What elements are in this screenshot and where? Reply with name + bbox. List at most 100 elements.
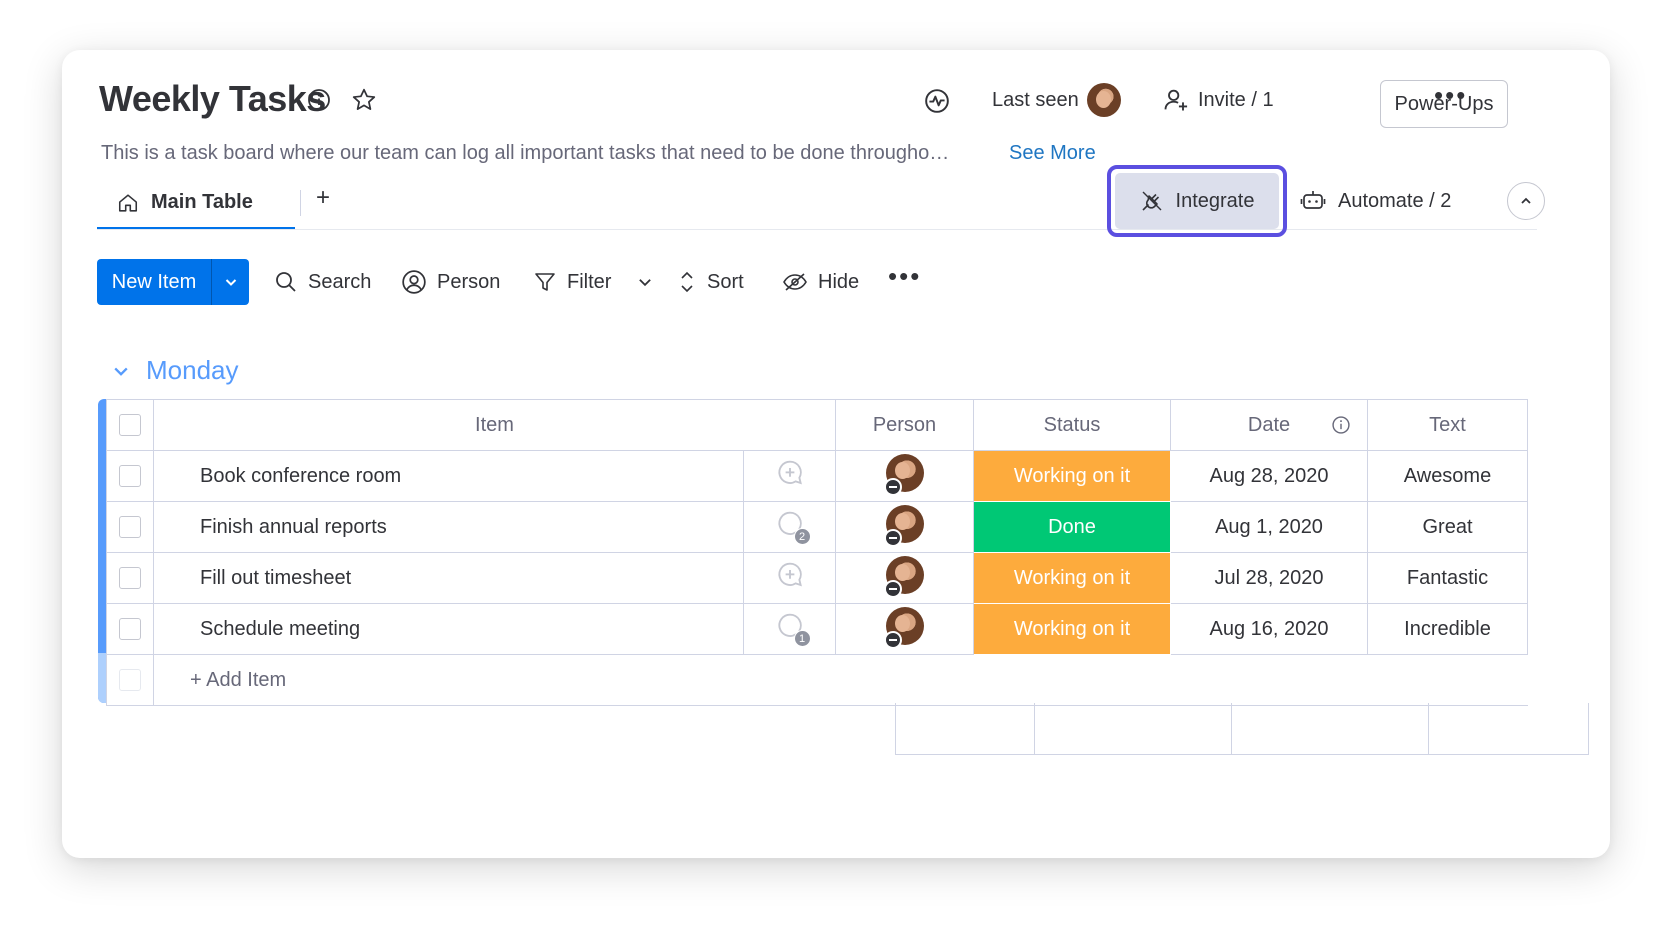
select-all-checkbox[interactable] bbox=[119, 414, 141, 437]
item-name-cell[interactable]: Schedule meeting bbox=[153, 603, 744, 655]
remove-person-icon[interactable] bbox=[883, 580, 902, 598]
new-item-dropdown[interactable] bbox=[212, 275, 249, 289]
info-icon[interactable] bbox=[1331, 415, 1351, 435]
new-item-label: New Item bbox=[111, 270, 197, 293]
add-tab-button[interactable]: + bbox=[316, 184, 330, 212]
table-row[interactable]: Finish annual reports 2 Done Aug 1, 2020… bbox=[106, 501, 1528, 553]
updates-cell[interactable] bbox=[743, 450, 836, 502]
sort-button[interactable]: Sort bbox=[677, 259, 744, 305]
column-header-text[interactable]: Text bbox=[1367, 399, 1528, 451]
invite-button[interactable]: Invite / 1 bbox=[1162, 82, 1274, 118]
table-row[interactable]: Schedule meeting 1 Working on it Aug 16,… bbox=[106, 603, 1528, 655]
collapse-header-button[interactable] bbox=[1507, 182, 1545, 220]
person-avatar-wrap[interactable] bbox=[883, 505, 924, 547]
updates-button[interactable] bbox=[775, 560, 805, 590]
group-title[interactable]: Monday bbox=[146, 355, 239, 386]
person-cell[interactable] bbox=[835, 603, 974, 655]
group-header[interactable]: Monday bbox=[112, 355, 239, 386]
row-checkbox[interactable] bbox=[119, 618, 141, 641]
remove-person-icon[interactable] bbox=[883, 529, 902, 547]
table-row[interactable]: Book conference room Working on it Aug 2… bbox=[106, 450, 1528, 502]
row-checkbox[interactable] bbox=[119, 465, 141, 488]
row-checkbox-cell[interactable] bbox=[106, 552, 154, 604]
date-cell[interactable]: Aug 16, 2020 bbox=[1170, 603, 1368, 655]
summary-text bbox=[1428, 703, 1589, 755]
person-avatar-wrap[interactable] bbox=[883, 454, 924, 496]
add-item-checkbox-cell bbox=[106, 654, 154, 706]
star-icon[interactable] bbox=[349, 85, 379, 115]
add-person-icon bbox=[1164, 89, 1188, 111]
date-cell[interactable]: Aug 1, 2020 bbox=[1170, 501, 1368, 553]
updates-cell[interactable]: 1 bbox=[743, 603, 836, 655]
board-description: This is a task board where our team can … bbox=[101, 142, 950, 164]
text-cell[interactable]: Awesome bbox=[1367, 450, 1528, 502]
table-row[interactable]: Fill out timesheet Working on it Jul 28,… bbox=[106, 552, 1528, 604]
status-cell[interactable]: Working on it bbox=[973, 603, 1171, 655]
add-update-icon bbox=[777, 460, 802, 485]
summary-date bbox=[1231, 703, 1429, 755]
row-checkbox[interactable] bbox=[119, 516, 141, 539]
board-card: Weekly Tasks Last seen Invite / 1 Power-… bbox=[62, 50, 1610, 858]
updates-button[interactable]: 2 bbox=[775, 509, 811, 545]
item-name-cell[interactable]: Finish annual reports bbox=[153, 501, 744, 553]
updates-cell[interactable]: 2 bbox=[743, 501, 836, 553]
person-cell[interactable] bbox=[835, 552, 974, 604]
column-header-date[interactable]: Date bbox=[1170, 399, 1368, 451]
see-more-link[interactable]: See More bbox=[1009, 142, 1096, 165]
last-seen-label: Last seen bbox=[992, 88, 1079, 111]
hide-button[interactable]: Hide bbox=[782, 259, 859, 305]
remove-person-icon[interactable] bbox=[883, 631, 902, 649]
row-checkbox-cell[interactable] bbox=[106, 501, 154, 553]
text-cell[interactable]: Great bbox=[1367, 501, 1528, 553]
person-avatar-wrap[interactable] bbox=[883, 607, 924, 649]
more-options-icon[interactable]: ••• bbox=[1434, 80, 1467, 111]
chevron-down-icon[interactable] bbox=[112, 362, 130, 380]
row-checkbox-cell[interactable] bbox=[106, 603, 154, 655]
status-cell[interactable]: Done bbox=[973, 501, 1171, 553]
last-seen[interactable]: Last seen bbox=[992, 82, 1121, 118]
updates-button[interactable] bbox=[775, 458, 805, 488]
remove-person-icon[interactable] bbox=[883, 478, 902, 496]
new-item-button[interactable]: New Item bbox=[97, 259, 249, 305]
row-checkbox-cell[interactable] bbox=[106, 450, 154, 502]
search-button[interactable]: Search bbox=[274, 259, 371, 305]
search-icon bbox=[276, 272, 296, 292]
robot-icon bbox=[1300, 191, 1326, 209]
summary-status bbox=[1034, 703, 1232, 755]
date-cell[interactable]: Jul 28, 2020 bbox=[1170, 552, 1368, 604]
person-cell[interactable] bbox=[835, 501, 974, 553]
group-color-bar-add bbox=[98, 653, 106, 703]
invite-label: Invite / 1 bbox=[1198, 88, 1274, 111]
activity-icon[interactable] bbox=[922, 86, 952, 116]
date-cell[interactable]: Aug 28, 2020 bbox=[1170, 450, 1368, 502]
column-header-item[interactable]: Item bbox=[153, 399, 836, 451]
board-title[interactable]: Weekly Tasks bbox=[99, 78, 326, 120]
filter-button[interactable]: Filter bbox=[533, 259, 653, 305]
integrate-highlight bbox=[1107, 165, 1287, 237]
status-cell[interactable]: Working on it bbox=[973, 552, 1171, 604]
row-checkbox[interactable] bbox=[119, 567, 141, 590]
updates-cell[interactable] bbox=[743, 552, 836, 604]
item-name-cell[interactable]: Fill out timesheet bbox=[153, 552, 744, 604]
text-cell[interactable]: Fantastic bbox=[1367, 552, 1528, 604]
automate-button[interactable]: Automate / 2 bbox=[1300, 173, 1451, 229]
add-item-input[interactable]: + Add Item bbox=[153, 654, 1528, 706]
add-item-row[interactable]: + Add Item bbox=[106, 654, 1528, 706]
column-header-status[interactable]: Status bbox=[973, 399, 1171, 451]
updates-button[interactable]: 1 bbox=[775, 611, 811, 647]
person-avatar-wrap[interactable] bbox=[883, 556, 924, 598]
column-header-person[interactable]: Person bbox=[835, 399, 974, 451]
text-cell[interactable]: Incredible bbox=[1367, 603, 1528, 655]
select-all-cell[interactable] bbox=[106, 399, 154, 451]
info-icon[interactable] bbox=[305, 86, 333, 114]
summary-person bbox=[895, 703, 1035, 755]
person-cell[interactable] bbox=[835, 450, 974, 502]
chevron-down-icon[interactable] bbox=[637, 274, 653, 290]
person-filter-button[interactable]: Person bbox=[401, 259, 500, 305]
avatar bbox=[1086, 83, 1121, 117]
item-name-cell[interactable]: Book conference room bbox=[153, 450, 744, 502]
status-cell[interactable]: Working on it bbox=[973, 450, 1171, 502]
sort-label: Sort bbox=[707, 270, 744, 293]
tab-main-table[interactable]: Main Table bbox=[97, 178, 295, 230]
more-toolbar-icon[interactable]: ••• bbox=[888, 261, 921, 292]
